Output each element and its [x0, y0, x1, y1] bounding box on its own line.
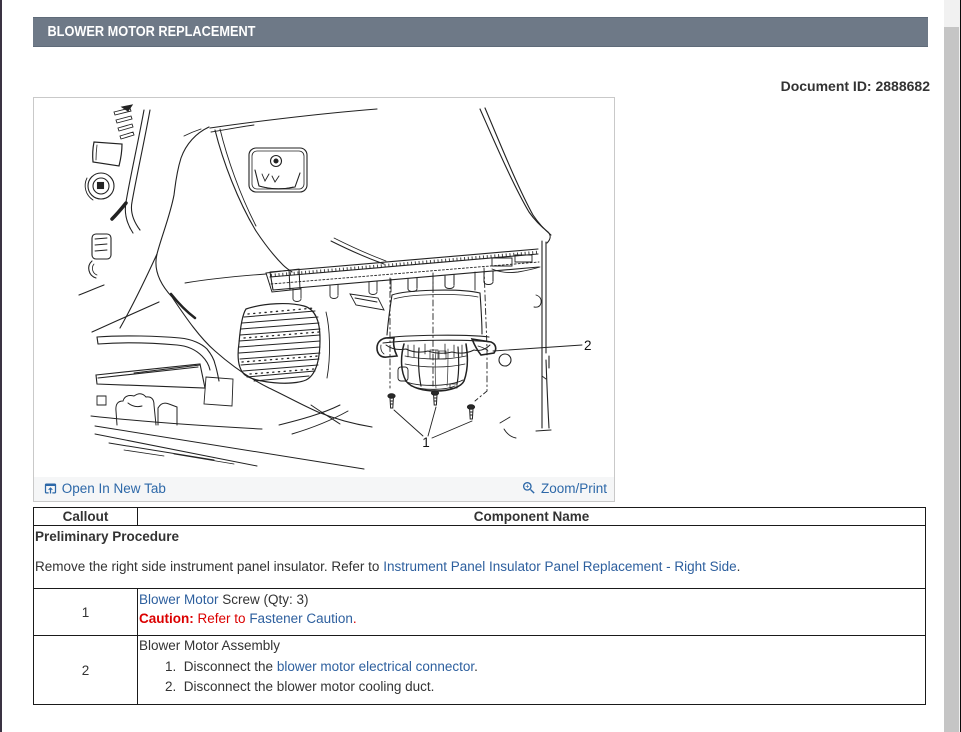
svg-text:1: 1	[422, 435, 430, 450]
svg-text:2: 2	[584, 338, 592, 353]
